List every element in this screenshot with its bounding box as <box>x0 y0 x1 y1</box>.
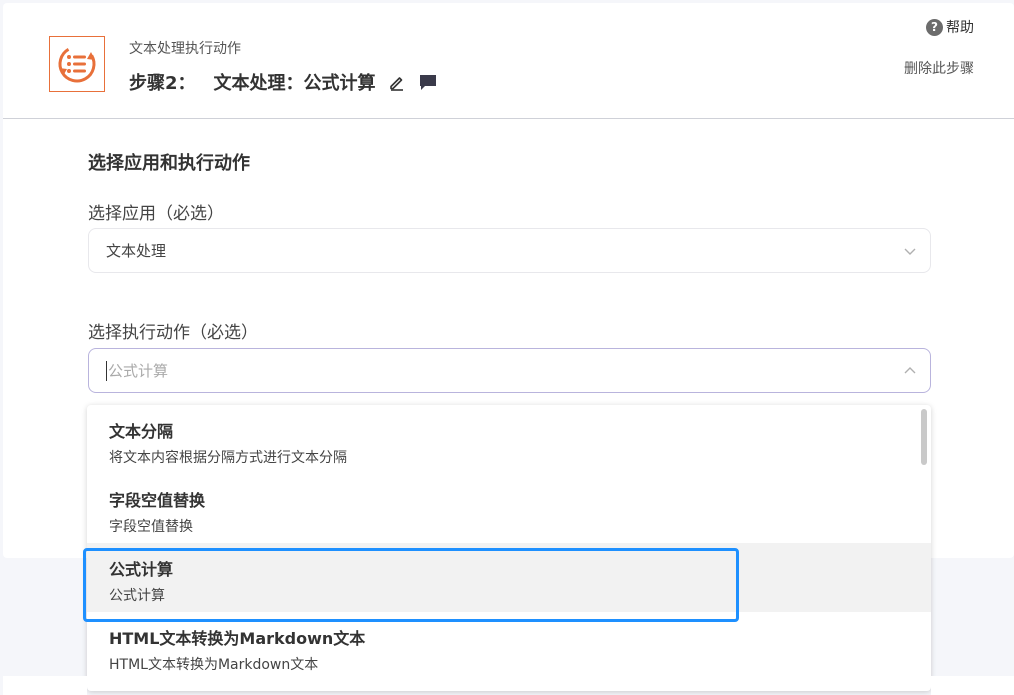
dropdown-option-formula[interactable]: 公式计算 公式计算 <box>87 543 931 612</box>
option-desc: HTML文本转换为Markdown文本 <box>109 657 319 673</box>
step-title: 步骤2： 文本处理：公式计算 <box>129 69 438 95</box>
action-select-input[interactable]: 公式计算 <box>88 348 931 393</box>
dropdown-option-html-markdown[interactable]: HTML文本转换为Markdown文本 HTML文本转换为Markdown文本 <box>87 612 931 681</box>
help-link[interactable]: ? 帮助 <box>926 17 974 37</box>
option-title: 字段空值替换 <box>109 491 206 510</box>
list-refresh-icon <box>58 45 96 83</box>
action-dropdown: 文本分隔 将文本内容根据分隔方式进行文本分隔 字段空值替换 字段空值替换 公式计… <box>87 405 931 691</box>
delete-step-button[interactable]: 删除此步骤 <box>904 58 974 78</box>
dropdown-scrollbar[interactable] <box>921 409 927 465</box>
step-subtitle: 文本处理执行动作 <box>129 41 241 57</box>
comment-icon[interactable] <box>418 73 438 91</box>
app-select[interactable]: 文本处理 <box>88 228 931 273</box>
question-icon: ? <box>926 18 943 36</box>
edit-icon[interactable] <box>388 73 406 91</box>
step-name: 文本处理：公式计算 <box>213 73 376 94</box>
action-select-label: 选择执行动作（必选） <box>88 323 258 343</box>
option-desc: 公式计算 <box>109 588 165 604</box>
option-desc: 字段空值替换 <box>109 519 193 535</box>
option-desc: 将文本内容根据分隔方式进行文本分隔 <box>109 450 347 466</box>
chevron-up-icon <box>904 367 916 374</box>
action-select-placeholder: 公式计算 <box>108 362 169 380</box>
section-title: 选择应用和执行动作 <box>88 153 250 174</box>
option-title: 文本分隔 <box>109 422 174 441</box>
step-header: 文本处理执行动作 步骤2： 文本处理：公式计算 ? 帮助 删除此步骤 <box>3 3 1014 119</box>
next-card-edge-right <box>931 676 1014 695</box>
help-label: 帮助 <box>946 20 974 36</box>
app-select-label: 选择应用（必选） <box>88 204 224 224</box>
text-processing-app-icon <box>49 36 105 92</box>
dropdown-option-empty-replace[interactable]: 字段空值替换 字段空值替换 <box>87 474 931 543</box>
step-label: 步骤2： <box>129 73 196 94</box>
option-title: HTML文本转换为Markdown文本 <box>109 629 366 648</box>
next-card-edge <box>3 676 87 695</box>
app-select-value: 文本处理 <box>106 242 167 260</box>
dropdown-option-text-split[interactable]: 文本分隔 将文本内容根据分隔方式进行文本分隔 <box>87 405 931 474</box>
text-caret <box>106 360 107 381</box>
chevron-down-icon <box>904 248 916 255</box>
option-title: 公式计算 <box>109 560 174 579</box>
